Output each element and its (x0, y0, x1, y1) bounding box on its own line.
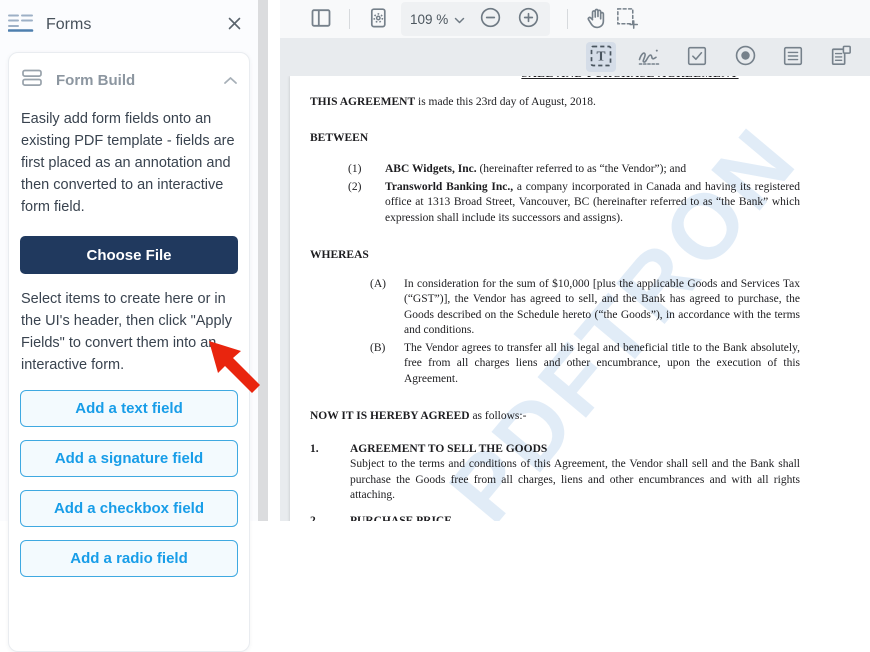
zoom-in-button[interactable] (513, 4, 543, 34)
text-field-tool-button[interactable]: T (586, 42, 616, 72)
page-settings-icon (366, 6, 390, 33)
app-root: Forms Form Build Easily add form fields … (0, 0, 870, 652)
pan-tool-button[interactable] (581, 4, 611, 34)
signature-field-tool-button[interactable] (634, 42, 664, 72)
party-item: (2) Transworld Banking Inc., a company i… (348, 180, 800, 224)
add-text-field-button[interactable]: Add a text field (20, 390, 238, 427)
chevron-down-icon (454, 12, 465, 27)
marquee-zoom-icon (614, 5, 639, 33)
whereas-heading: WHEREAS (310, 249, 369, 261)
recital-item: (B) The Vendor agrees to transfer all hi… (370, 341, 800, 385)
agreed-line: NOW IT IS HEREBY AGREED as follows:- (310, 410, 527, 422)
pdf-page[interactable]: PDFTRON SALE AND PURCHASE AGREEMENT THIS… (290, 76, 870, 521)
party-item: (1) ABC Widgets, Inc. (hereinafter refer… (348, 163, 687, 175)
radio-field-icon (733, 43, 758, 71)
choose-file-button[interactable]: Choose File (20, 236, 238, 274)
close-panel-button[interactable] (225, 14, 244, 36)
panel-edge-spacer (268, 0, 280, 521)
contract-section: 1. AGREEMENT TO SELL THE GOODS Subject t… (310, 442, 800, 502)
text-field-icon: T (588, 43, 614, 72)
form-build-section-header[interactable]: Form Build (20, 66, 238, 94)
recital-item: (A) In consideration for the sum of $10,… (370, 277, 800, 337)
form-build-instructions: Select items to create here or in the UI… (21, 291, 233, 373)
form-field-toolbar: T (280, 38, 870, 76)
svg-text:T: T (596, 48, 605, 63)
zoom-level-value: 109 % (410, 11, 449, 27)
signature-field-icon (636, 43, 662, 72)
document-viewer: 109 % T PDFTRON THIS AGREEMENT is made t… (280, 0, 870, 521)
between-heading: BETWEEN (310, 131, 369, 144)
forms-panel-icon (7, 10, 34, 39)
listbox-field-icon (781, 44, 805, 71)
marquee-zoom-button[interactable] (611, 4, 641, 34)
contract-section: 2. PURCHASE PRICE In consideration for t… (310, 514, 452, 522)
panel-resize-handle[interactable] (258, 0, 268, 521)
checkbox-field-icon (685, 44, 709, 71)
toolbar-divider (349, 9, 350, 29)
zoom-level-dropdown[interactable]: 109 % (408, 10, 467, 29)
combobox-field-tool-button[interactable] (826, 42, 856, 72)
combobox-field-icon (829, 43, 854, 71)
radio-field-tool-button[interactable] (730, 42, 760, 72)
form-build-icon (20, 66, 44, 94)
zoom-out-icon (478, 5, 503, 33)
chevron-up-icon[interactable] (223, 72, 238, 89)
form-build-description: Easily add form fields onto an existing … (21, 111, 235, 215)
listbox-field-tool-button[interactable] (778, 42, 808, 72)
panel-title: Forms (46, 15, 92, 33)
document-scroll-area[interactable]: PDFTRON SALE AND PURCHASE AGREEMENT THIS… (280, 76, 870, 521)
zoom-in-icon (516, 5, 541, 33)
forms-panel-header: Forms (0, 0, 258, 43)
toggle-left-panel-button[interactable] (306, 4, 336, 34)
forms-panel: Forms Form Build Easily add form fields … (0, 0, 260, 652)
pan-hand-icon (584, 5, 609, 33)
page-settings-button[interactable] (363, 4, 393, 34)
agreement-intro-line: THIS AGREEMENT is made this 23rd day of … (310, 96, 596, 108)
zoom-out-button[interactable] (475, 4, 505, 34)
add-signature-field-button[interactable]: Add a signature field (20, 440, 238, 477)
viewer-toolbar: 109 % (280, 0, 870, 38)
add-radio-field-button[interactable]: Add a radio field (20, 540, 238, 577)
toggle-left-panel-icon (309, 6, 333, 33)
checkbox-field-tool-button[interactable] (682, 42, 712, 72)
add-checkbox-field-button[interactable]: Add a checkbox field (20, 490, 238, 527)
document-content: SALE AND PURCHASE AGREEMENT THIS AGREEME… (290, 76, 870, 521)
form-build-title: Form Build (56, 71, 136, 89)
zoom-controls: 109 % (401, 2, 551, 36)
close-icon (227, 16, 242, 34)
form-build-card: Form Build Easily add form fields onto a… (8, 52, 250, 652)
toolbar-divider (567, 9, 569, 29)
document-title-clipped: SALE AND PURCHASE AGREEMENT (310, 76, 870, 82)
